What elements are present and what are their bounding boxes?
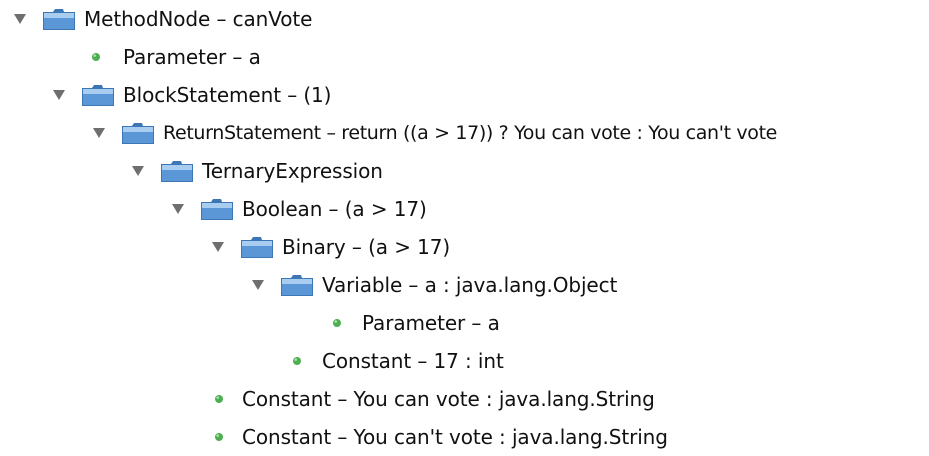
node-label: MethodNode – canVote	[84, 7, 313, 31]
node-label: Constant – 17 : int	[322, 349, 504, 373]
folder-icon	[121, 121, 155, 145]
node-label: Parameter – a	[362, 311, 500, 335]
node-label: Binary – (a > 17)	[282, 235, 451, 259]
expand-toggle-icon[interactable]	[10, 9, 30, 29]
node-label: Constant – You can vote : java.lang.Stri…	[242, 387, 655, 411]
folder-icon	[81, 83, 115, 107]
node-label: Parameter – a	[123, 45, 261, 69]
node-label: TernaryExpression	[202, 159, 383, 183]
node-label: BlockStatement – (1)	[123, 83, 332, 107]
syntax-tree: MethodNode – canVote Parameter – a Block…	[0, 0, 929, 451]
leaf-dot-icon	[327, 313, 347, 333]
expand-toggle-icon[interactable]	[208, 237, 228, 257]
leaf-dot-icon	[287, 351, 307, 371]
expand-toggle-icon[interactable]	[128, 161, 148, 181]
leaf-dot-icon	[209, 389, 229, 409]
folder-icon	[42, 7, 76, 31]
node-label: Boolean – (a > 17)	[242, 197, 427, 221]
leaf-dot-icon	[209, 427, 229, 447]
node-label: ReturnStatement – return ((a > 17)) ? Yo…	[163, 122, 778, 144]
leaf-dot-icon	[86, 47, 106, 67]
node-label: Constant – You can't vote : java.lang.St…	[242, 425, 668, 449]
node-label: Variable – a : java.lang.Object	[322, 273, 618, 297]
expand-toggle-icon[interactable]	[248, 275, 268, 295]
folder-icon	[240, 235, 274, 259]
folder-icon	[160, 159, 194, 183]
expand-toggle-icon[interactable]	[49, 85, 69, 105]
expand-toggle-icon[interactable]	[89, 123, 109, 143]
expand-toggle-icon[interactable]	[168, 199, 188, 219]
folder-icon	[280, 273, 314, 297]
folder-icon	[200, 197, 234, 221]
